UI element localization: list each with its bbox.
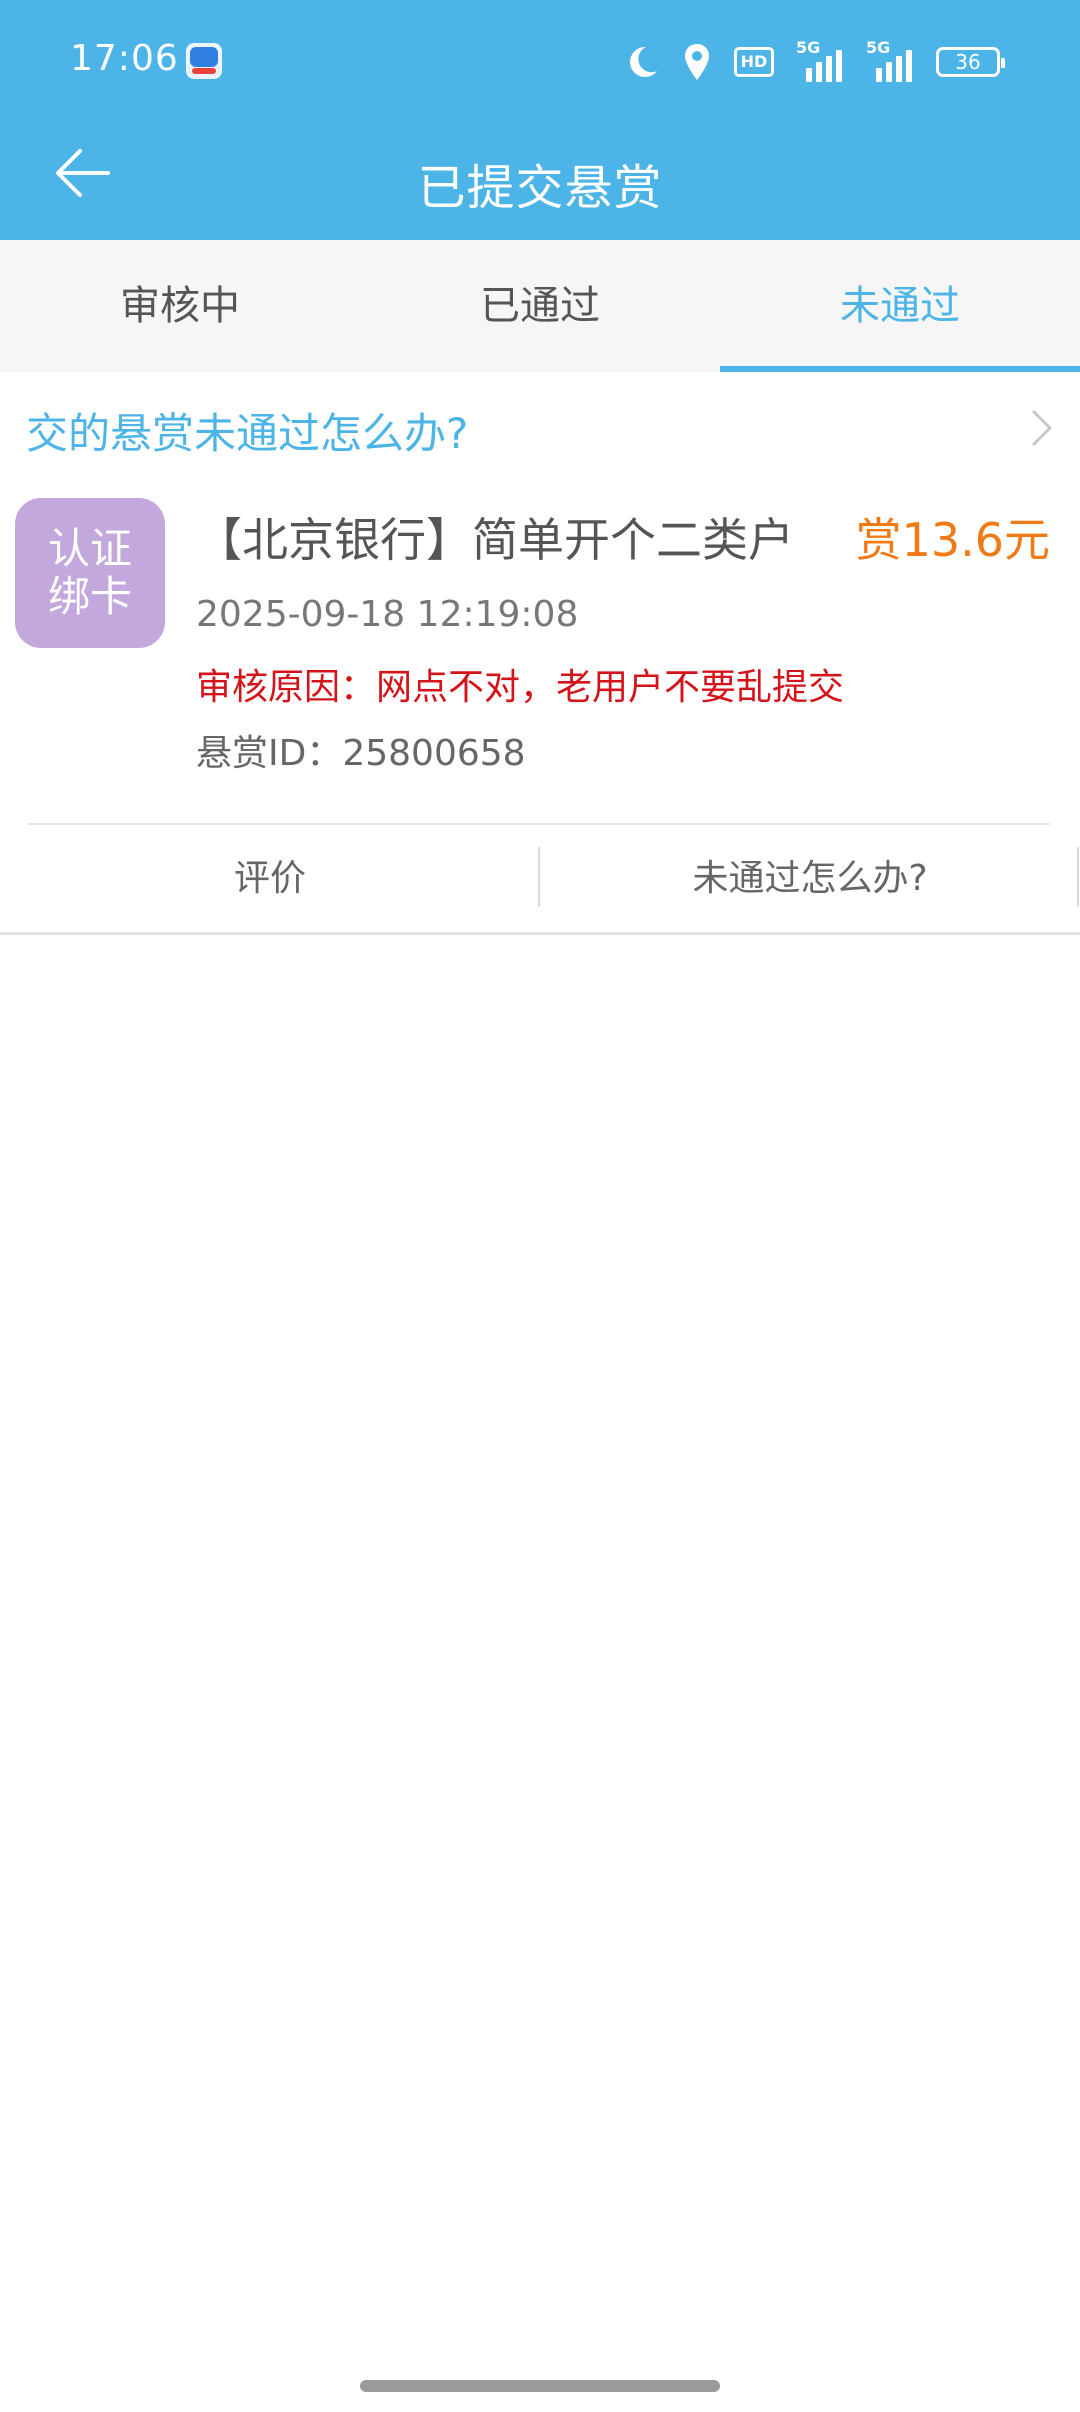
rejection-help-button[interactable]: 未通过怎么办?: [540, 825, 1080, 933]
tab-approved[interactable]: 已通过: [360, 240, 720, 372]
submitted-time: 2025-09-18 12:19:08: [196, 594, 579, 635]
status-time: 17:06: [70, 38, 179, 79]
reward-id: 悬赏ID：25800658: [196, 733, 526, 774]
reward-amount: 赏13.6元: [855, 513, 1050, 567]
page-title: 已提交悬赏: [417, 160, 663, 216]
status-tabs: 审核中 已通过 未通过: [0, 240, 1080, 372]
signal-5g-icon: 5G: [796, 38, 844, 82]
chevron-right-icon: [1030, 408, 1054, 448]
task-icon-text-line1: 认证: [47, 524, 132, 573]
battery-icon: 36: [936, 47, 1005, 77]
location-icon: [682, 42, 712, 82]
action-separator: [538, 847, 540, 907]
signal-5g-secondary-icon: 5G: [866, 38, 914, 82]
rejection-reason: 审核原因：网点不对，老用户不要乱提交: [196, 667, 845, 708]
card-actions: 评价 未通过怎么办?: [0, 825, 1080, 933]
tab-label: 未通过: [840, 283, 960, 329]
status-icons: HD 5G 5G 36: [624, 38, 1005, 84]
tab-rejected[interactable]: 未通过: [720, 240, 1080, 372]
task-card[interactable]: 认证 绑卡 【北京银行】简单开个二类户 赏13.6元 2025-09-18 12…: [0, 482, 1080, 935]
tab-reviewing[interactable]: 审核中: [0, 240, 360, 372]
task-icon-text-line2: 绑卡: [47, 572, 132, 621]
home-indicator[interactable]: [360, 2380, 720, 2392]
task-category-icon: 认证 绑卡: [15, 498, 165, 648]
do-not-disturb-moon-icon: [624, 44, 660, 80]
hd-voice-icon: HD: [734, 47, 774, 77]
tab-label: 审核中: [120, 283, 240, 329]
task-title: 【北京银行】简单开个二类户: [196, 513, 794, 567]
rejection-help-notice[interactable]: 交的悬赏未通过怎么办?: [0, 372, 1080, 482]
app-notification-icon: [186, 43, 222, 79]
review-button[interactable]: 评价: [0, 825, 540, 933]
tab-label: 已通过: [480, 283, 600, 329]
app-header: 已提交悬赏: [0, 120, 1080, 240]
action-separator-edge: [1077, 847, 1079, 907]
notice-text: 交的悬赏未通过怎么办?: [26, 409, 469, 458]
card-bottom-border: [0, 932, 1080, 935]
status-bar: 17:06 HD 5G 5G 36: [0, 0, 1080, 120]
